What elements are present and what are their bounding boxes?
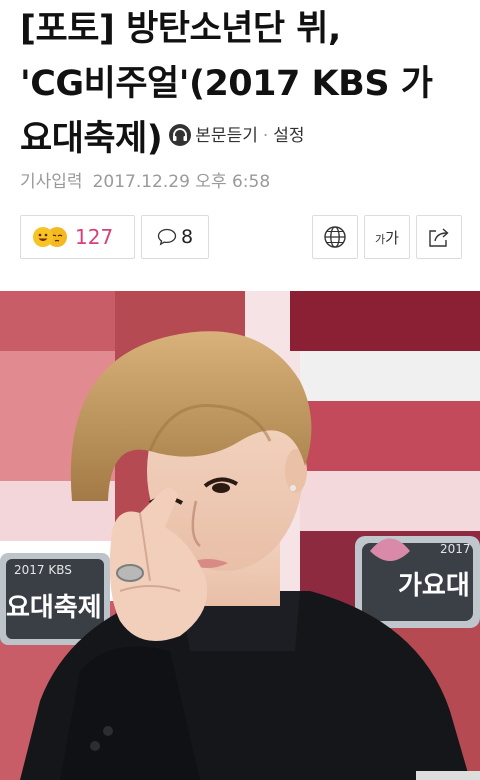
- listen-control: 본문듣기 · 설정: [168, 109, 305, 164]
- speech-bubble-icon: [157, 228, 177, 246]
- backdrop-text-right-small: 2017: [440, 542, 471, 556]
- smile-emoji-icon: [33, 227, 53, 247]
- date-value: 2017.12.29 오후 6:58: [92, 172, 271, 192]
- backdrop-text-left: 요대축제: [6, 593, 102, 623]
- headline-line-1: [포토] 방탄소년단 뷔,: [20, 9, 341, 49]
- reaction-button[interactable]: 127: [20, 215, 135, 259]
- font-size-icon: 가가: [375, 228, 399, 247]
- globe-icon: [324, 226, 346, 248]
- article-headline: [포토] 방탄소년단 뷔, 'CG비주얼'(2017 KBS 가 요대축제) 본문…: [20, 2, 470, 168]
- headline-line-3-text: 요대축제): [20, 119, 163, 159]
- comment-count: 8: [180, 226, 194, 248]
- translate-button[interactable]: [312, 215, 358, 259]
- backdrop-text-right: 가요대: [398, 571, 470, 601]
- headline-line-3: 요대축제) 본문듣기 · 설정: [20, 112, 470, 168]
- headphone-icon[interactable]: [168, 123, 192, 147]
- comment-button[interactable]: 8: [141, 215, 209, 259]
- settings-link[interactable]: 설정: [273, 126, 304, 146]
- headline-line-2: 'CG비주얼'(2017 KBS 가: [20, 64, 433, 104]
- article-meta: 기사입력 2017.12.29 오후 6:58: [20, 167, 270, 192]
- separator-dot: ·: [262, 125, 269, 146]
- portrait-illustration: 2017 KBS 요대축제 2017 가요대: [0, 291, 480, 780]
- share-button[interactable]: [416, 215, 462, 259]
- share-icon: [429, 228, 449, 247]
- backdrop-text-left-small: 2017 KBS: [14, 563, 72, 577]
- font-size-button[interactable]: 가가: [364, 215, 410, 259]
- reaction-count: 127: [75, 225, 114, 249]
- article-photo[interactable]: 2017 KBS 요대축제 2017 가요대: [0, 291, 480, 780]
- date-label: 기사입력: [20, 172, 83, 192]
- listen-button[interactable]: 본문듣기: [195, 126, 258, 146]
